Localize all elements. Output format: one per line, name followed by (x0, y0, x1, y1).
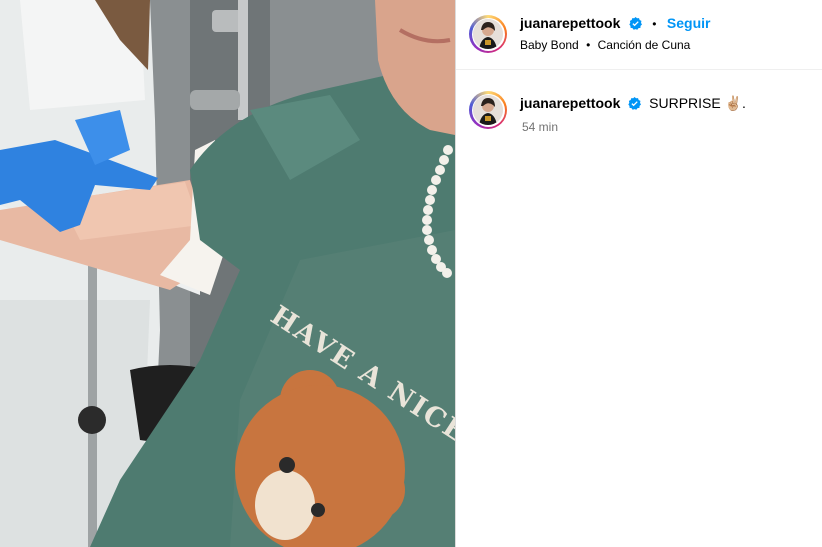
header-title-row: juanarepettook • Seguir (520, 15, 711, 33)
post-photo (0, 0, 455, 547)
separator-dot: • (652, 17, 657, 31)
victory-hand-emoji-icon: ✌🏼 (724, 95, 743, 111)
avatar-image (473, 19, 503, 49)
author-username[interactable]: juanarepettook (520, 15, 620, 31)
verified-badge-icon (629, 17, 642, 30)
caption-text-row: juanarepettook SURPRISE ✌🏼. (520, 95, 746, 112)
caption-avatar[interactable] (469, 91, 507, 129)
follow-button[interactable]: Seguir (667, 15, 711, 31)
post-media[interactable]: HAVE A NICE DAY (0, 0, 455, 547)
post-side-panel: juanarepettook • Seguir Baby Bond • Canc… (456, 0, 822, 547)
audio-artist: Baby Bond (520, 38, 579, 52)
post-header: juanarepettook • Seguir Baby Bond • Canc… (456, 0, 822, 70)
caption-username[interactable]: juanarepettook (520, 95, 620, 111)
caption-body: SURPRISE (649, 95, 721, 111)
author-avatar[interactable] (469, 15, 507, 53)
audio-separator: • (586, 38, 591, 52)
audio-song: Canción de Cuna (597, 38, 691, 52)
audio-info[interactable]: Baby Bond • Canción de Cuna (520, 38, 690, 52)
caption-trailing: . (742, 95, 746, 111)
caption-timestamp[interactable]: 54 min (522, 120, 558, 134)
verified-badge-icon (628, 97, 642, 110)
avatar-image (473, 95, 503, 125)
